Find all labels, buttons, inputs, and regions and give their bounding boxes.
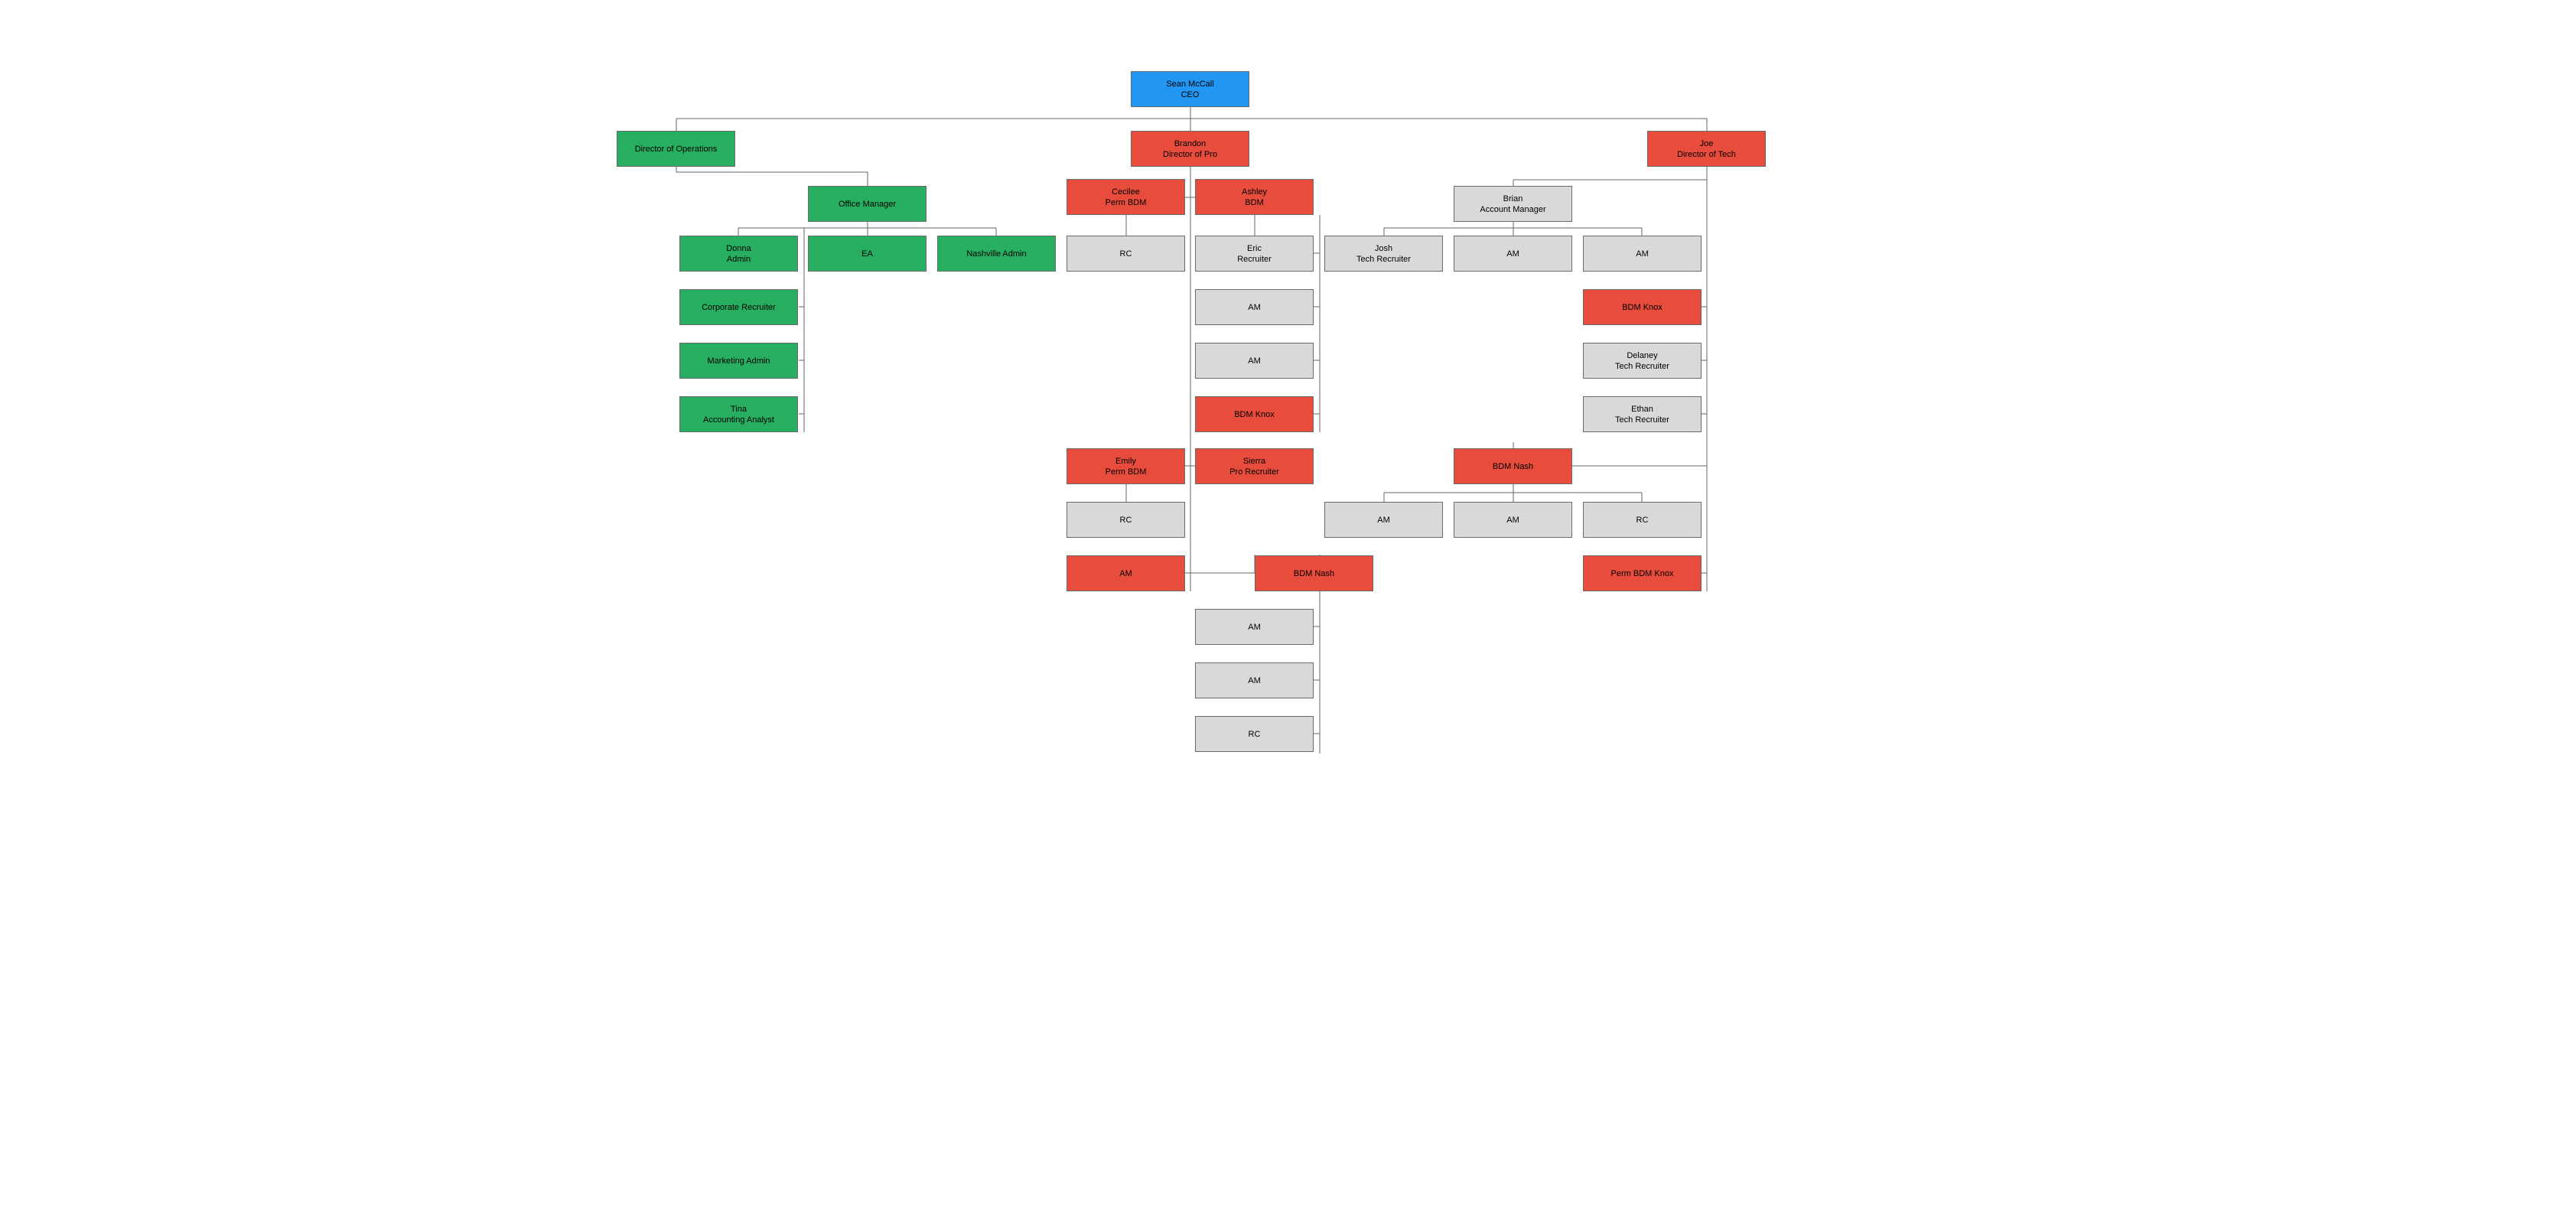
node-title: Corporate Recruiter — [702, 302, 776, 313]
node-title: Account Manager — [1480, 204, 1545, 215]
node-tina[interactable]: Tina Accounting Analyst — [679, 396, 798, 432]
node-title: AM — [1248, 622, 1261, 633]
node-bdm-nash-tech[interactable]: BDM Nash — [1454, 448, 1572, 484]
node-name: Ashley — [1242, 187, 1267, 197]
node-bdmnash-tech-rc[interactable]: RC — [1583, 502, 1702, 538]
node-ceo[interactable]: Sean McCall CEO — [1131, 71, 1249, 107]
node-title: AM — [1506, 249, 1519, 259]
node-title: Marketing Admin — [708, 356, 770, 366]
node-title: Tech Recruiter — [1615, 415, 1669, 425]
node-name: Brian — [1503, 194, 1523, 204]
node-marketing-admin[interactable]: Marketing Admin — [679, 343, 798, 379]
node-perm-bdm-knox[interactable]: Perm BDM Knox — [1583, 555, 1702, 591]
node-title: Perm BDM — [1106, 467, 1147, 477]
node-title: Perm BDM Knox — [1611, 568, 1674, 579]
node-title: Recruiter — [1237, 254, 1272, 265]
node-title: AM — [1119, 568, 1132, 579]
node-name: Ethan — [1631, 404, 1653, 415]
node-name: Eric — [1247, 243, 1262, 254]
node-brian-bdmknox[interactable]: BDM Knox — [1583, 289, 1702, 325]
node-bdmnash-brandon-am1[interactable]: AM — [1195, 609, 1314, 645]
node-brandon-am[interactable]: AM — [1067, 555, 1185, 591]
node-office-manager[interactable]: Office Manager — [808, 186, 927, 222]
node-cecilee[interactable]: Cecilee Perm BDM — [1067, 179, 1185, 215]
node-title: AM — [1636, 249, 1649, 259]
node-title: AM — [1377, 515, 1390, 526]
node-name: Emily — [1115, 456, 1136, 467]
node-title: RC — [1249, 729, 1261, 740]
node-sierra[interactable]: Sierra Pro Recruiter — [1195, 448, 1314, 484]
node-emily-rc[interactable]: RC — [1067, 502, 1185, 538]
node-title: AM — [1248, 356, 1261, 366]
node-name: Delaney — [1627, 350, 1657, 361]
node-director-pro[interactable]: Brandon Director of Pro — [1131, 131, 1249, 167]
node-bdmnash-tech-am1[interactable]: AM — [1324, 502, 1443, 538]
node-corp-recruiter[interactable]: Corporate Recruiter — [679, 289, 798, 325]
node-bdm-nash-brandon[interactable]: BDM Nash — [1255, 555, 1373, 591]
node-title: Tech Recruiter — [1615, 361, 1669, 372]
node-title: Director of Tech — [1677, 149, 1736, 160]
node-title: Tech Recruiter — [1356, 254, 1411, 265]
node-ashley-am1[interactable]: AM — [1195, 289, 1314, 325]
node-title: Perm BDM — [1106, 197, 1147, 208]
node-delaney[interactable]: Delaney Tech Recruiter — [1583, 343, 1702, 379]
node-title: Director of Operations — [635, 144, 718, 155]
node-title: BDM — [1245, 197, 1263, 208]
node-josh[interactable]: Josh Tech Recruiter — [1324, 236, 1443, 272]
node-bdmnash-brandon-rc[interactable]: RC — [1195, 716, 1314, 752]
node-name: Joe — [1700, 138, 1714, 149]
node-bdmnash-brandon-am2[interactable]: AM — [1195, 662, 1314, 698]
node-eric[interactable]: Eric Recruiter — [1195, 236, 1314, 272]
node-title: BDM Knox — [1622, 302, 1663, 313]
node-brian[interactable]: Brian Account Manager — [1454, 186, 1572, 222]
node-name: Josh — [1375, 243, 1392, 254]
node-ethan[interactable]: Ethan Tech Recruiter — [1583, 396, 1702, 432]
node-brian-am1[interactable]: AM — [1454, 236, 1572, 272]
node-title: AM — [1248, 302, 1261, 313]
node-title: Accounting Analyst — [703, 415, 774, 425]
node-bdmnash-tech-am2[interactable]: AM — [1454, 502, 1572, 538]
node-ashley-bdmknox[interactable]: BDM Knox — [1195, 396, 1314, 432]
node-title: BDM Knox — [1234, 409, 1275, 420]
node-ashley[interactable]: Ashley BDM — [1195, 179, 1314, 215]
node-title: RC — [1120, 249, 1132, 259]
node-name: Donna — [726, 243, 751, 254]
node-cecilee-rc[interactable]: RC — [1067, 236, 1185, 272]
node-title: RC — [1120, 515, 1132, 526]
node-title: EA — [861, 249, 873, 259]
node-title: AM — [1248, 675, 1261, 686]
node-name: Cecilee — [1112, 187, 1140, 197]
node-name: Sierra — [1243, 456, 1265, 467]
node-title: Pro Recruiter — [1229, 467, 1279, 477]
node-title: Admin — [727, 254, 751, 265]
node-ea[interactable]: EA — [808, 236, 927, 272]
node-brian-am2[interactable]: AM — [1583, 236, 1702, 272]
node-title: Nashville Admin — [966, 249, 1026, 259]
node-nashville-admin[interactable]: Nashville Admin — [937, 236, 1056, 272]
node-title: Director of Pro — [1163, 149, 1217, 160]
node-donna[interactable]: Donna Admin — [679, 236, 798, 272]
node-name: Tina — [731, 404, 747, 415]
node-title: AM — [1506, 515, 1519, 526]
node-emily[interactable]: Emily Perm BDM — [1067, 448, 1185, 484]
node-title: RC — [1636, 515, 1649, 526]
node-title: BDM Nash — [1294, 568, 1334, 579]
node-title: CEO — [1181, 90, 1200, 100]
node-name: Sean McCall — [1166, 79, 1213, 90]
node-title: Office Manager — [839, 199, 896, 210]
node-title: BDM Nash — [1493, 461, 1533, 472]
node-name: Brandon — [1174, 138, 1207, 149]
node-director-operations[interactable]: Director of Operations — [617, 131, 735, 167]
node-ashley-am2[interactable]: AM — [1195, 343, 1314, 379]
node-director-tech[interactable]: Joe Director of Tech — [1647, 131, 1766, 167]
